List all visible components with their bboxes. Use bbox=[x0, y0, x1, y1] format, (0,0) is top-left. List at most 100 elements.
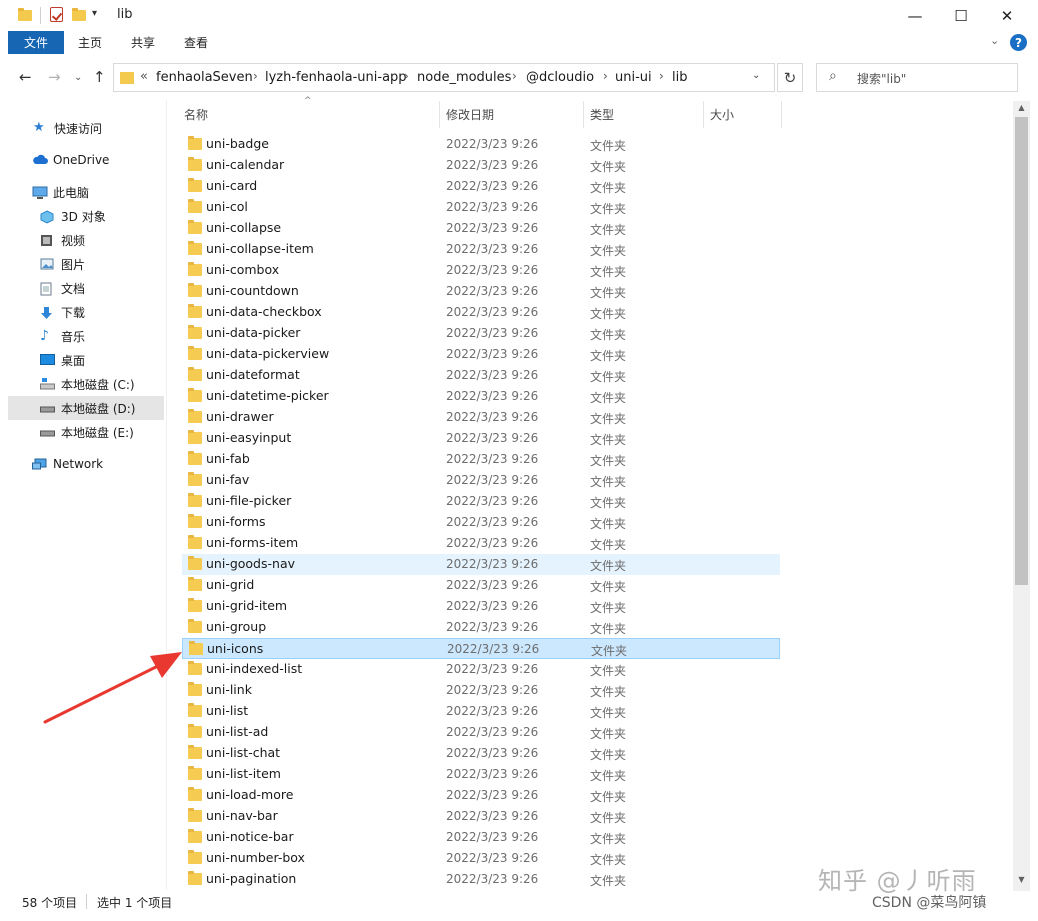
column-divider[interactable] bbox=[439, 101, 440, 128]
file-row[interactable]: uni-datetime-picker 2022/3/23 9:26 文件夹 bbox=[182, 386, 780, 407]
breadcrumb-separator[interactable]: › bbox=[253, 69, 258, 83]
close-button[interactable]: ✕ bbox=[984, 0, 1030, 31]
nav-quick-access[interactable]: ★ 快速访问 bbox=[8, 116, 164, 140]
file-row[interactable]: uni-col 2022/3/23 9:26 文件夹 bbox=[182, 197, 780, 218]
column-header-date[interactable]: 修改日期 bbox=[446, 101, 494, 128]
file-row[interactable]: uni-easyinput 2022/3/23 9:26 文件夹 bbox=[182, 428, 780, 449]
file-date: 2022/3/23 9:26 bbox=[446, 179, 539, 193]
file-row[interactable]: uni-list-item 2022/3/23 9:26 文件夹 bbox=[182, 764, 780, 785]
file-row[interactable]: uni-load-more 2022/3/23 9:26 文件夹 bbox=[182, 785, 780, 806]
file-row[interactable]: uni-list 2022/3/23 9:26 文件夹 bbox=[182, 701, 780, 722]
column-divider[interactable] bbox=[583, 101, 584, 128]
file-row[interactable]: uni-notice-bar 2022/3/23 9:26 文件夹 bbox=[182, 827, 780, 848]
file-row[interactable]: uni-data-checkbox 2022/3/23 9:26 文件夹 bbox=[182, 302, 780, 323]
forward-arrow-icon[interactable]: → bbox=[48, 68, 61, 86]
breadcrumb-separator[interactable]: › bbox=[404, 69, 409, 83]
tab-file[interactable]: 文件 bbox=[8, 31, 64, 54]
file-row[interactable]: uni-card 2022/3/23 9:26 文件夹 bbox=[182, 176, 780, 197]
nav-3d-objects[interactable]: 3D 对象 bbox=[8, 204, 164, 228]
file-row[interactable]: uni-list-ad 2022/3/23 9:26 文件夹 bbox=[182, 722, 780, 743]
file-row[interactable]: uni-data-picker 2022/3/23 9:26 文件夹 bbox=[182, 323, 780, 344]
breadcrumb-separator[interactable]: › bbox=[659, 69, 664, 83]
recent-locations-dropdown[interactable]: ⌄ bbox=[74, 72, 82, 83]
column-divider[interactable] bbox=[703, 101, 704, 128]
file-row[interactable]: uni-number-box 2022/3/23 9:26 文件夹 bbox=[182, 848, 780, 869]
breadcrumb-lib[interactable]: lib bbox=[672, 70, 687, 85]
nav-onedrive[interactable]: OneDrive bbox=[8, 148, 164, 172]
folder-icon bbox=[188, 346, 202, 360]
file-name: uni-link bbox=[206, 682, 252, 697]
back-arrow-icon[interactable]: ← bbox=[19, 68, 32, 86]
column-header-type[interactable]: 类型 bbox=[590, 101, 614, 128]
file-row[interactable]: uni-pagination 2022/3/23 9:26 文件夹 bbox=[182, 869, 780, 890]
nav-drive-d[interactable]: 本地磁盘 (D:) bbox=[8, 396, 164, 420]
maximize-button[interactable]: ☐ bbox=[938, 0, 984, 31]
refresh-icon[interactable]: ↻ bbox=[777, 63, 803, 92]
tab-home[interactable]: 主页 bbox=[78, 31, 102, 54]
nav-documents[interactable]: 文档 bbox=[8, 276, 164, 300]
nav-network[interactable]: Network bbox=[8, 452, 164, 476]
address-bar[interactable]: « fenhaolaSeven › lyzh-fenhaola-uni-app … bbox=[113, 63, 775, 92]
file-row[interactable]: uni-badge 2022/3/23 9:26 文件夹 bbox=[182, 134, 780, 155]
breadcrumb-lyzh-fenhaola-uni-app[interactable]: lyzh-fenhaola-uni-app bbox=[265, 70, 407, 85]
up-arrow-icon[interactable]: ↑ bbox=[93, 68, 106, 86]
file-row[interactable]: uni-nav-bar 2022/3/23 9:26 文件夹 bbox=[182, 806, 780, 827]
file-row[interactable]: uni-list-chat 2022/3/23 9:26 文件夹 bbox=[182, 743, 780, 764]
help-icon[interactable]: ? bbox=[1010, 34, 1027, 51]
nav-drive-e[interactable]: 本地磁盘 (E:) bbox=[8, 420, 164, 444]
column-header-name[interactable]: 名称 bbox=[184, 101, 208, 128]
breadcrumb-separator[interactable]: › bbox=[512, 69, 517, 83]
file-row[interactable]: uni-forms-item 2022/3/23 9:26 文件夹 bbox=[182, 533, 780, 554]
expand-ribbon-chevron-icon[interactable]: ⌄ bbox=[990, 34, 999, 47]
new-folder-icon[interactable] bbox=[72, 8, 86, 21]
nav-music[interactable]: ♪ 音乐 bbox=[8, 324, 164, 348]
breadcrumb-dcloudio[interactable]: @dcloudio bbox=[526, 70, 594, 85]
file-row[interactable]: uni-forms 2022/3/23 9:26 文件夹 bbox=[182, 512, 780, 533]
path-overflow-chevron[interactable]: « bbox=[140, 69, 148, 84]
file-row[interactable]: uni-grid 2022/3/23 9:26 文件夹 bbox=[182, 575, 780, 596]
scroll-down-arrow-icon[interactable]: ▼ bbox=[1013, 875, 1030, 887]
file-row[interactable]: uni-collapse 2022/3/23 9:26 文件夹 bbox=[182, 218, 780, 239]
scroll-up-arrow-icon[interactable]: ▲ bbox=[1013, 103, 1030, 115]
breadcrumb-fenhaolaSeven[interactable]: fenhaolaSeven bbox=[156, 70, 253, 85]
address-history-dropdown[interactable]: ⌄ bbox=[752, 70, 760, 81]
breadcrumb-separator[interactable]: › bbox=[603, 69, 608, 83]
vertical-scrollbar[interactable]: ▲ ▼ bbox=[1013, 101, 1030, 891]
file-row[interactable]: uni-grid-item 2022/3/23 9:26 文件夹 bbox=[182, 596, 780, 617]
nav-videos[interactable]: 视频 bbox=[8, 228, 164, 252]
minimize-button[interactable]: — bbox=[892, 0, 938, 31]
file-row[interactable]: uni-group 2022/3/23 9:26 文件夹 bbox=[182, 617, 780, 638]
file-row[interactable]: uni-data-pickerview 2022/3/23 9:26 文件夹 bbox=[182, 344, 780, 365]
file-row[interactable]: uni-collapse-item 2022/3/23 9:26 文件夹 bbox=[182, 239, 780, 260]
breadcrumb-uni-ui[interactable]: uni-ui bbox=[615, 70, 652, 85]
nav-drive-c[interactable]: 本地磁盘 (C:) bbox=[8, 372, 164, 396]
nav-desktop[interactable]: 桌面 bbox=[8, 348, 164, 372]
file-row[interactable]: uni-drawer 2022/3/23 9:26 文件夹 bbox=[182, 407, 780, 428]
search-input[interactable]: 搜索"lib" bbox=[857, 70, 906, 87]
file-row[interactable]: uni-countdown 2022/3/23 9:26 文件夹 bbox=[182, 281, 780, 302]
nav-label: 本地磁盘 (C:) bbox=[61, 377, 135, 392]
file-row[interactable]: uni-indexed-list 2022/3/23 9:26 文件夹 bbox=[182, 659, 780, 680]
file-row[interactable]: uni-link 2022/3/23 9:26 文件夹 bbox=[182, 680, 780, 701]
file-row[interactable]: uni-calendar 2022/3/23 9:26 文件夹 bbox=[182, 155, 780, 176]
file-row[interactable]: uni-dateformat 2022/3/23 9:26 文件夹 bbox=[182, 365, 780, 386]
nav-pictures[interactable]: 图片 bbox=[8, 252, 164, 276]
tab-share[interactable]: 共享 bbox=[131, 31, 155, 54]
search-box[interactable]: ⌕ 搜索"lib" bbox=[816, 63, 1018, 92]
properties-icon[interactable] bbox=[50, 7, 63, 22]
customize-toolbar-dropdown[interactable]: ▾ bbox=[92, 8, 97, 19]
nav-this-pc[interactable]: 此电脑 bbox=[8, 180, 164, 204]
file-row[interactable]: uni-icons 2022/3/23 9:26 文件夹 bbox=[182, 638, 780, 659]
nav-downloads[interactable]: 下载 bbox=[8, 300, 164, 324]
file-row[interactable]: uni-fab 2022/3/23 9:26 文件夹 bbox=[182, 449, 780, 470]
breadcrumb-node_modules[interactable]: node_modules bbox=[417, 70, 511, 85]
tab-view[interactable]: 查看 bbox=[184, 31, 208, 54]
scrollbar-thumb[interactable] bbox=[1015, 117, 1028, 585]
pane-divider[interactable] bbox=[166, 100, 167, 890]
column-divider[interactable] bbox=[781, 101, 782, 128]
file-row[interactable]: uni-fav 2022/3/23 9:26 文件夹 bbox=[182, 470, 780, 491]
column-header-size[interactable]: 大小 bbox=[710, 101, 734, 128]
file-row[interactable]: uni-file-picker 2022/3/23 9:26 文件夹 bbox=[182, 491, 780, 512]
file-row[interactable]: uni-goods-nav 2022/3/23 9:26 文件夹 bbox=[182, 554, 780, 575]
file-row[interactable]: uni-combox 2022/3/23 9:26 文件夹 bbox=[182, 260, 780, 281]
